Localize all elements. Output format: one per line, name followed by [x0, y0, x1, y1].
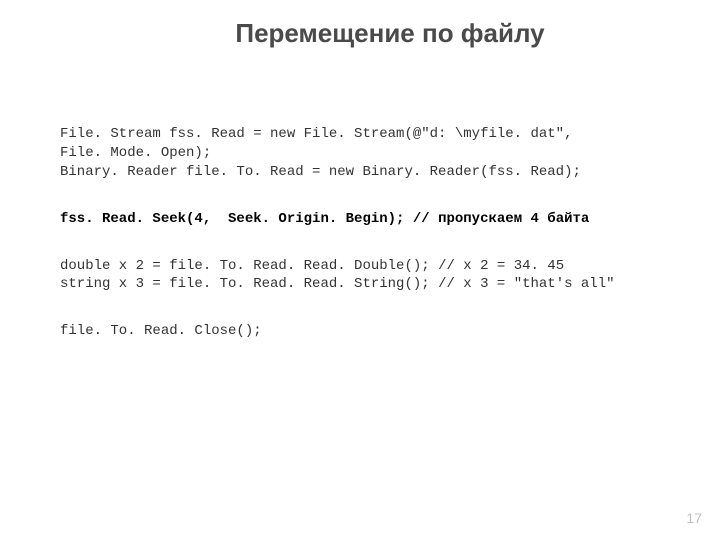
page-title: Перемещение по файлу [60, 0, 720, 57]
code-line: File. Mode. Open); [60, 144, 680, 163]
code-call: string x 3 = file. To. Read. Read. Strin… [60, 276, 430, 292]
code-call: double x 2 = file. To. Read. Read. Doubl… [60, 258, 430, 274]
code-block-seek: fss. Read. Seek(4, Seek. Origin. Begin);… [60, 210, 680, 229]
code-call: fss. Read. Seek(4, Seek. Origin. Begin); [60, 211, 404, 227]
code-comment: // пропускаем 4 байта [413, 211, 589, 227]
code-block-reads: double x 2 = file. To. Read. Read. Doubl… [60, 257, 680, 295]
code-block-open: File. Stream fss. Read = new File. Strea… [60, 125, 680, 182]
code-line: file. To. Read. Close(); [60, 322, 680, 341]
page-number: 17 [686, 510, 702, 526]
code-comment: // x 2 = 34. 45 [438, 258, 564, 274]
code-line: File. Stream fss. Read = new File. Strea… [60, 125, 680, 144]
code-listing: File. Stream fss. Read = new File. Strea… [60, 125, 680, 341]
code-line: Binary. Reader file. To. Read = new Bina… [60, 163, 680, 182]
code-comment: // x 3 = "that's all" [438, 276, 614, 292]
code-block-close: file. To. Read. Close(); [60, 322, 680, 341]
